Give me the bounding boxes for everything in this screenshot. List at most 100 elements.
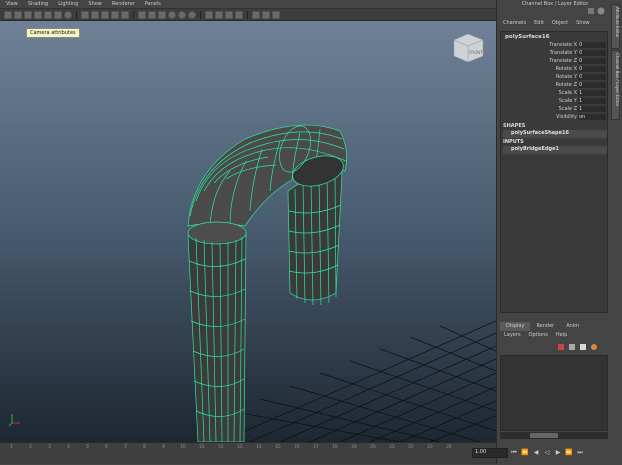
attr-value[interactable]: 0 — [578, 58, 606, 64]
2d-pan-icon[interactable] — [44, 10, 52, 19]
attr-row[interactable]: Visibility on — [501, 114, 607, 121]
input-node[interactable]: polyBridgeEdge1 — [503, 146, 607, 154]
play-forward-icon[interactable]: ▶ — [554, 448, 562, 457]
field-chart-icon[interactable] — [111, 10, 119, 19]
grid-icon[interactable] — [64, 10, 72, 19]
menu-help[interactable]: Help — [556, 332, 567, 341]
motion-blur-icon[interactable] — [215, 10, 223, 19]
tick-label: 18 — [332, 445, 338, 450]
textured-icon[interactable] — [168, 10, 176, 19]
step-forward-key-icon[interactable]: ⏩ — [565, 448, 573, 457]
smooth-shade-icon[interactable] — [148, 10, 156, 19]
layer-from-selected-icon[interactable] — [579, 343, 587, 351]
shape-node[interactable]: polySurfaceShape16 — [503, 130, 607, 138]
menu-layers[interactable]: Layers — [504, 332, 521, 341]
attr-label: Translate Y — [549, 50, 577, 56]
menu-shading[interactable]: Shading — [28, 1, 48, 7]
tick-label: 16 — [294, 445, 300, 450]
isolate-select-icon[interactable] — [252, 10, 260, 19]
attr-row[interactable]: Translate X0 — [501, 42, 607, 49]
attr-row[interactable]: Scale Z1 — [501, 106, 607, 113]
attr-value[interactable]: 0 — [578, 50, 606, 56]
attr-value[interactable]: 1 — [578, 106, 606, 112]
layer-list[interactable] — [500, 355, 608, 431]
camera-attributes-icon[interactable] — [14, 10, 22, 19]
attr-value[interactable]: 1 — [578, 98, 606, 104]
channel-box-panel: Channel Box / Layer Editor Channels Edit… — [496, 0, 622, 464]
lights-icon[interactable] — [178, 10, 186, 19]
shadows-icon[interactable] — [188, 10, 196, 19]
scrollbar-thumb[interactable] — [530, 433, 558, 438]
xray-icon[interactable] — [262, 10, 270, 19]
attr-row[interactable]: Translate Z0 — [501, 58, 607, 65]
attr-value[interactable]: on — [578, 114, 606, 120]
select-camera-icon[interactable] — [4, 10, 12, 19]
panel-mode-icons[interactable] — [587, 6, 607, 18]
safe-action-icon[interactable] — [121, 10, 129, 19]
menu-show[interactable]: Show — [88, 1, 102, 7]
menu-panels[interactable]: Panels — [145, 1, 161, 7]
xray-joints-icon[interactable] — [272, 10, 280, 19]
new-empty-layer-icon[interactable] — [568, 343, 576, 351]
menu-edit[interactable]: Edit — [534, 20, 544, 29]
tab-render[interactable]: Render — [530, 322, 560, 331]
playback-controls: ⏮ ⏪ ◀ ◁ ▶ ⏩ ⏭ — [510, 448, 584, 457]
toolbar-separator — [133, 10, 134, 19]
wireframe-on-shaded-icon[interactable] — [158, 10, 166, 19]
attr-row[interactable]: Scale X1 — [501, 90, 607, 97]
anti-alias-icon[interactable] — [225, 10, 233, 19]
bookmark-icon[interactable] — [24, 10, 32, 19]
attr-row[interactable]: Rotate Z0 — [501, 82, 607, 89]
attr-row[interactable]: Translate Y0 — [501, 50, 607, 57]
tab-channel-box[interactable]: Channel Box / Layer Editor — [611, 50, 620, 120]
menu-options[interactable]: Options — [529, 332, 548, 341]
layer-options-icon[interactable] — [590, 343, 598, 351]
time-slider[interactable]: 1 2 3 4 5 6 7 8 9 10 11 12 13 14 15 16 1… — [0, 442, 496, 464]
menu-show[interactable]: Show — [576, 20, 590, 29]
viewcube-icon[interactable]: FRONT — [450, 30, 486, 64]
image-plane-icon[interactable] — [34, 10, 42, 19]
layer-editor-tabs: Display Render Anim — [500, 322, 608, 331]
go-to-end-icon[interactable]: ⏭ — [576, 448, 584, 457]
toolbar-separator — [200, 10, 201, 19]
layer-scrollbar[interactable] — [500, 432, 608, 439]
ambient-occlusion-icon[interactable] — [205, 10, 213, 19]
tab-display[interactable]: Display — [500, 322, 531, 331]
tick-label: 2 — [29, 445, 32, 450]
film-gate-icon[interactable] — [81, 10, 89, 19]
menu-channels[interactable]: Channels — [503, 20, 526, 29]
menu-object[interactable]: Object — [552, 20, 568, 29]
tick-label: 20 — [370, 445, 376, 450]
grease-pencil-icon[interactable] — [54, 10, 62, 19]
go-to-start-icon[interactable]: ⏮ — [510, 448, 518, 457]
current-frame-field[interactable]: 1.00 — [472, 448, 508, 458]
new-layer-icon[interactable] — [557, 343, 565, 351]
viewport-toolbar — [0, 9, 496, 21]
attr-row[interactable]: Rotate Y0 — [501, 74, 607, 81]
attr-value[interactable]: 0 — [578, 66, 606, 72]
mesh-back-leg — [287, 172, 343, 306]
resolution-gate-icon[interactable] — [91, 10, 99, 19]
attr-value[interactable]: 0 — [578, 82, 606, 88]
object-name[interactable]: polySurface16 — [505, 34, 550, 40]
attr-row[interactable]: Rotate X0 — [501, 66, 607, 73]
play-backward-icon[interactable]: ◁ — [543, 448, 551, 457]
gate-mask-icon[interactable] — [101, 10, 109, 19]
tab-anim[interactable]: Anim — [560, 322, 585, 331]
tick-label: 12 — [218, 445, 224, 450]
depth-of-field-icon[interactable] — [235, 10, 243, 19]
tick-label: 6 — [105, 445, 108, 450]
menu-renderer[interactable]: Renderer — [112, 1, 135, 7]
attr-row[interactable]: Scale Y1 — [501, 98, 607, 105]
attr-value[interactable]: 0 — [578, 74, 606, 80]
step-back-frame-icon[interactable]: ◀ — [532, 448, 540, 457]
wireframe-icon[interactable] — [138, 10, 146, 19]
perspective-viewport[interactable]: Camera attributes FRONT — [0, 21, 496, 442]
menu-view[interactable]: View — [6, 1, 18, 7]
attr-value[interactable]: 0 — [578, 42, 606, 48]
menu-lighting[interactable]: Lighting — [58, 1, 78, 7]
tick-label: 10 — [180, 445, 186, 450]
step-back-key-icon[interactable]: ⏪ — [521, 448, 529, 457]
tab-attribute-editor[interactable]: Attribute Editor — [611, 4, 620, 49]
attr-value[interactable]: 1 — [578, 90, 606, 96]
